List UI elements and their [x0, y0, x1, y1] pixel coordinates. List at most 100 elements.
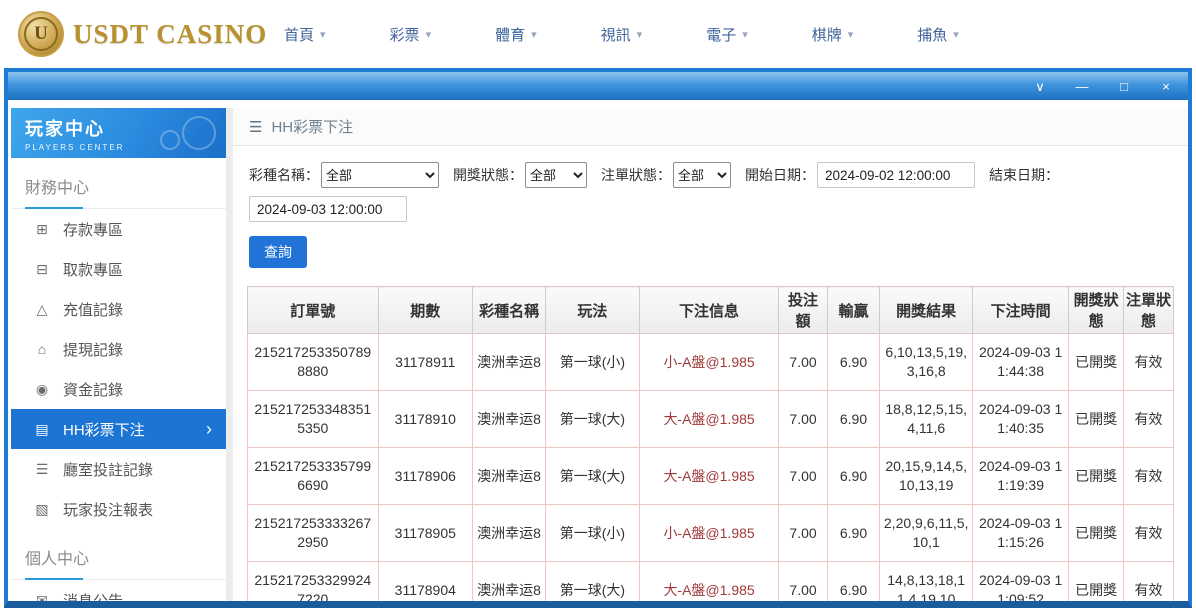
table-cell: 31178906 [378, 448, 472, 505]
table-cell: 小-A盤@1.985 [639, 334, 779, 391]
nav-item[interactable]: 棋牌 ▾ [812, 24, 854, 45]
sidebar-item[interactable]: ✉消息公告 [11, 580, 226, 601]
chevron-down-icon: ▾ [531, 28, 537, 41]
column-header: 下注時間 [972, 287, 1068, 334]
site-logo[interactable]: U USDT CASINO [18, 11, 256, 57]
table-cell: 有效 [1123, 562, 1173, 602]
table-cell: 31178905 [378, 505, 472, 562]
player-bet-report-icon: ▧ [33, 501, 51, 518]
table-cell: 2024-09-03 11:44:38 [972, 334, 1068, 391]
sidebar-item[interactable]: ⊞存款專區 [11, 209, 226, 249]
column-header: 開獎結果 [880, 287, 973, 334]
column-header: 彩種名稱 [473, 287, 546, 334]
nav-item[interactable]: 彩票▾ [390, 24, 432, 45]
column-header: 期數 [378, 287, 472, 334]
table-cell: 第一球(大) [546, 448, 640, 505]
sidebar-item-label: 充值記錄 [63, 299, 212, 320]
top-nav-bar: U USDT CASINO 首頁▾彩票▾體育▾視訊▾電子▾棋牌▾捕魚▾ [0, 0, 1196, 68]
table-cell: 7.00 [779, 562, 827, 602]
table-cell: 7.00 [779, 391, 827, 448]
table-row: 215217253333267295031178905澳洲幸运8第一球(小)小-… [248, 505, 1174, 562]
table-cell: 2024-09-03 11:40:35 [972, 391, 1068, 448]
bet-status-select[interactable]: 全部 [673, 162, 731, 188]
column-header: 訂單號 [248, 287, 379, 334]
start-date-label: 開始日期： [745, 165, 815, 185]
table-cell: 6.90 [827, 334, 880, 391]
table-cell: 7.00 [779, 334, 827, 391]
menu-toggle-icon[interactable]: ☰ [249, 118, 262, 136]
table-cell: 澳洲幸运8 [473, 562, 546, 602]
lottery-name-select[interactable]: 全部 [321, 162, 439, 188]
cashout-record-icon: ⌂ [33, 341, 51, 357]
sidebar-item-label: HH彩票下注 [63, 419, 206, 440]
table-row: 215217253348351535031178910澳洲幸运8第一球(大)大-… [248, 391, 1174, 448]
deposit-icon: ⊞ [33, 221, 51, 238]
message-announcement-icon: ✉ [33, 592, 51, 602]
nav-item-label: 視訊 [601, 24, 631, 45]
main-nav: 首頁▾彩票▾體育▾視訊▾電子▾棋牌▾捕魚▾ [284, 24, 959, 45]
nav-item-label: 棋牌 [812, 24, 842, 45]
nav-item[interactable]: 體育▾ [495, 24, 537, 45]
end-date-input[interactable] [249, 196, 407, 222]
table-cell: 有效 [1123, 448, 1173, 505]
table-cell: 6.90 [827, 505, 880, 562]
table-cell: 6.90 [827, 391, 880, 448]
logo-monogram: U [24, 17, 58, 51]
sidebar-item-label: 取款專區 [63, 259, 212, 280]
chevron-down-icon: ▾ [848, 28, 854, 41]
table-cell: 澳洲幸运8 [473, 505, 546, 562]
sidebar-item[interactable]: ⊟取款專區 [11, 249, 226, 289]
finance-menu: ⊞存款專區⊟取款專區△充值記錄⌂提現記錄◉資金記錄▤HH彩票下注›☰廳室投註記錄… [11, 209, 226, 529]
recharge-record-icon: △ [33, 301, 51, 318]
window-maximize-button[interactable]: □ [1116, 80, 1132, 93]
table-cell: 2024-09-03 11:09:52 [972, 562, 1068, 602]
section-finance-center: 財務中心 [11, 158, 226, 209]
draw-status-select[interactable]: 全部 [525, 162, 587, 188]
sidebar-item-label: 資金記錄 [63, 379, 212, 400]
chevron-down-icon: ▾ [637, 28, 643, 41]
table-cell: 已開獎 [1069, 334, 1124, 391]
sidebar-item[interactable]: ▤HH彩票下注› [11, 409, 226, 449]
nav-item[interactable]: 捕魚▾ [917, 24, 959, 45]
table-cell: 已開獎 [1069, 505, 1124, 562]
breadcrumb: ☰ HH彩票下注 [233, 108, 1188, 146]
table-cell: 澳洲幸运8 [473, 334, 546, 391]
window-rollup-button[interactable]: ∨ [1032, 80, 1048, 93]
table-cell: 6,10,13,5,19,3,16,8 [880, 334, 973, 391]
query-button[interactable]: 查詢 [249, 236, 307, 268]
table-body: 215217253350789888031178911澳洲幸运8第一球(小)小-… [248, 334, 1174, 602]
table-row: 215217253335799669031178906澳洲幸运8第一球(大)大-… [248, 448, 1174, 505]
table-cell: 大-A盤@1.985 [639, 448, 779, 505]
filter-bar: 彩種名稱： 全部 開獎狀態： 全部 注單狀態： 全部 開始日期： 結束日期： [233, 146, 1188, 226]
table-cell: 2152172533357996690 [248, 448, 379, 505]
table-cell: 2,20,9,6,11,5,10,1 [880, 505, 973, 562]
table-cell: 31178904 [378, 562, 472, 602]
sidebar-item[interactable]: ⌂提現記錄 [11, 329, 226, 369]
start-date-input[interactable] [817, 162, 975, 188]
chevron-down-icon: ▾ [426, 28, 432, 41]
sidebar-item[interactable]: △ 充值記錄 [11, 289, 226, 329]
window-close-button[interactable]: × [1158, 80, 1174, 93]
main-panel: ☰ HH彩票下注 彩種名稱： 全部 開獎狀態： 全部 注單狀態： 全部 [233, 108, 1188, 601]
nav-item[interactable]: 電子▾ [706, 24, 748, 45]
nav-item[interactable]: 視訊 ▾ [601, 24, 643, 45]
table-cell: 2152172533483515350 [248, 391, 379, 448]
table-row: 215217253350789888031178911澳洲幸运8第一球(小)小-… [248, 334, 1174, 391]
sidebar-item[interactable]: ▧玩家投注報表 [11, 489, 226, 529]
lottery-bet-icon: ▤ [33, 421, 51, 438]
window-minimize-button[interactable]: — [1074, 80, 1090, 93]
sidebar-item[interactable]: ◉資金記錄 [11, 369, 226, 409]
table-cell: 2152172533332672950 [248, 505, 379, 562]
table-cell: 2024-09-03 11:19:39 [972, 448, 1068, 505]
table-header-row: 訂單號期數彩種名稱玩法下注信息投注額輸贏開獎結果下注時間開獎狀態注單狀態 [248, 287, 1174, 334]
bets-table-container: 訂單號期數彩種名稱玩法下注信息投注額輸贏開獎結果下注時間開獎狀態注單狀態 215… [247, 286, 1174, 601]
table-cell: 澳洲幸运8 [473, 391, 546, 448]
draw-status-label: 開獎狀態： [453, 165, 523, 185]
nav-item[interactable]: 首頁▾ [284, 24, 326, 45]
table-cell: 澳洲幸运8 [473, 448, 546, 505]
table-cell: 已開獎 [1069, 562, 1124, 602]
bet-status-label: 注單狀態： [601, 165, 671, 185]
nav-item-label: 捕魚 [917, 24, 947, 45]
sidebar-item[interactable]: ☰廳室投註記錄 [11, 449, 226, 489]
game-controller-icon [158, 114, 216, 154]
